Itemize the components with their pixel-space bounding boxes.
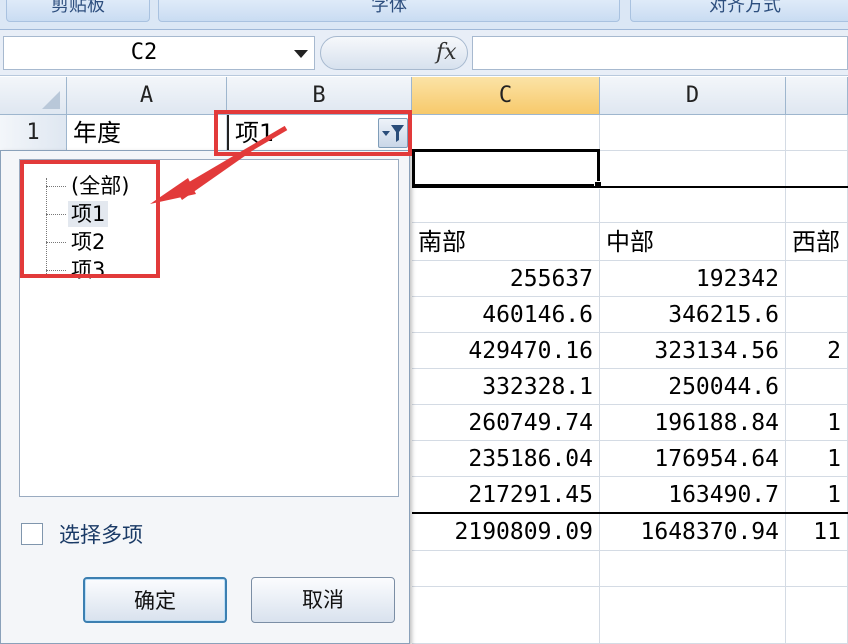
table-cell[interactable]: 323134.56 bbox=[600, 333, 786, 369]
formula-input[interactable] bbox=[472, 36, 848, 70]
select-all-icon bbox=[42, 91, 60, 109]
select-multiple-label[interactable]: 选择多项 bbox=[59, 519, 143, 549]
cell-c1[interactable] bbox=[412, 115, 600, 151]
table-header-central[interactable]: 中部 bbox=[600, 223, 786, 261]
table-cell[interactable]: 260749.74 bbox=[412, 405, 600, 441]
select-multiple-checkbox[interactable] bbox=[21, 523, 43, 545]
column-header-d[interactable]: D bbox=[600, 77, 786, 115]
cell-d2[interactable] bbox=[600, 151, 786, 187]
table-cell[interactable] bbox=[412, 587, 600, 644]
table-cell[interactable] bbox=[600, 587, 786, 644]
ribbon-group-labels: 剪贴板 字体 对齐方式 bbox=[0, 0, 848, 30]
ribbon-group-font[interactable]: 字体 bbox=[158, 0, 620, 22]
table-cell[interactable] bbox=[786, 587, 848, 644]
table-header-south[interactable]: 南部 bbox=[412, 223, 600, 261]
cell-e3[interactable] bbox=[786, 187, 848, 223]
table-cell[interactable]: 1 bbox=[786, 441, 848, 477]
cell-c3[interactable] bbox=[412, 187, 600, 223]
column-header-a[interactable]: A bbox=[67, 77, 227, 115]
table-cell[interactable]: 1 bbox=[786, 405, 848, 441]
cell-d1[interactable] bbox=[600, 115, 786, 151]
total-cell-central[interactable]: 1648370.94 bbox=[600, 513, 786, 551]
cell-e1[interactable] bbox=[786, 115, 848, 151]
active-cell-border bbox=[412, 149, 600, 187]
table-cell[interactable] bbox=[786, 369, 848, 405]
table-cell[interactable]: 2 bbox=[786, 333, 848, 369]
ok-button[interactable]: 确定 bbox=[83, 577, 227, 623]
table-cell[interactable]: 332328.1 bbox=[412, 369, 600, 405]
annotation-box-filter-items bbox=[20, 160, 160, 278]
name-box-value: C2 bbox=[130, 40, 158, 65]
table-cell[interactable]: 196188.84 bbox=[600, 405, 786, 441]
annotation-box-filter-cell bbox=[214, 110, 412, 156]
select-all-corner[interactable] bbox=[0, 77, 67, 115]
column-header-e[interactable] bbox=[786, 77, 848, 115]
table-cell[interactable]: 1 bbox=[786, 477, 848, 513]
total-cell-west[interactable]: 11 bbox=[786, 513, 848, 551]
cancel-button[interactable]: 取消 bbox=[251, 577, 395, 623]
table-cell[interactable] bbox=[786, 297, 848, 333]
ribbon-group-alignment[interactable]: 对齐方式 bbox=[630, 0, 848, 22]
table-cell[interactable]: 163490.7 bbox=[600, 477, 786, 513]
column-header-c[interactable]: C bbox=[412, 77, 600, 115]
table-cell[interactable]: 192342 bbox=[600, 261, 786, 297]
table-cell[interactable]: 235186.04 bbox=[412, 441, 600, 477]
insert-function-icon[interactable]: fx bbox=[436, 40, 457, 65]
cell-e2[interactable] bbox=[786, 151, 848, 187]
table-cell[interactable] bbox=[600, 551, 786, 587]
total-cell-south[interactable]: 2190809.09 bbox=[412, 513, 600, 551]
total-border-line bbox=[412, 512, 848, 514]
table-cell[interactable]: 460146.6 bbox=[412, 297, 600, 333]
table-cell[interactable] bbox=[786, 261, 848, 297]
table-cell[interactable]: 176954.64 bbox=[600, 441, 786, 477]
table-header-west[interactable]: 西部 bbox=[786, 223, 848, 261]
ribbon-group-clipboard[interactable]: 剪贴板 bbox=[6, 0, 150, 22]
table-cell[interactable]: 250044.6 bbox=[600, 369, 786, 405]
cell-a1[interactable]: 年度 bbox=[67, 115, 227, 151]
header-border-line bbox=[412, 186, 848, 188]
table-cell[interactable]: 346215.6 bbox=[600, 297, 786, 333]
name-box[interactable]: C2 bbox=[3, 36, 315, 70]
table-cell[interactable] bbox=[412, 551, 600, 587]
table-cell[interactable]: 217291.45 bbox=[412, 477, 600, 513]
row-header-1[interactable]: 1 bbox=[0, 115, 67, 151]
cell-d3[interactable] bbox=[600, 187, 786, 223]
table-cell[interactable] bbox=[786, 551, 848, 587]
table-cell[interactable]: 255637 bbox=[412, 261, 600, 297]
formula-bar: C2 fx bbox=[0, 30, 848, 76]
name-box-dropdown-icon[interactable] bbox=[294, 50, 308, 58]
table-cell[interactable]: 429470.16 bbox=[412, 333, 600, 369]
